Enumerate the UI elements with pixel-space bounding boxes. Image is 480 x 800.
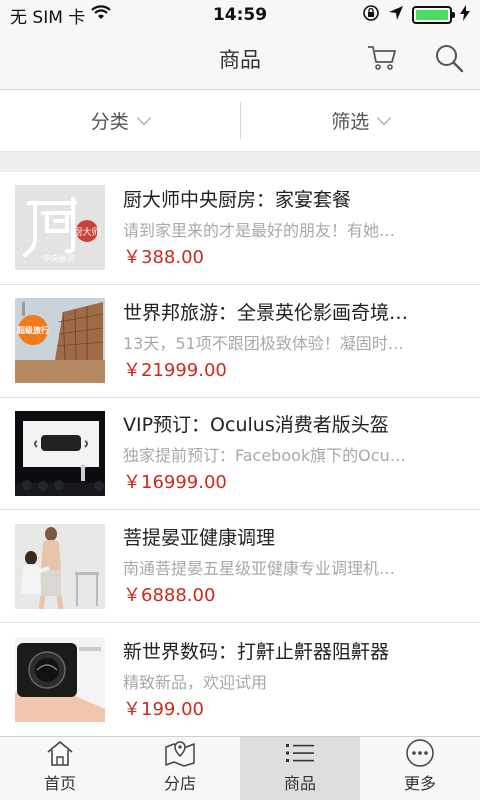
tab-branches-label: 分店 bbox=[163, 774, 196, 793]
product-price: ￥6888.00 bbox=[123, 585, 216, 607]
battery-icon bbox=[412, 6, 455, 24]
product-image-health bbox=[15, 523, 105, 609]
carrier-label: 无 SIM 卡 bbox=[10, 7, 86, 28]
chevron-down-icon bbox=[377, 110, 392, 125]
tab-branches[interactable]: 分店 bbox=[120, 737, 240, 800]
status-bar: 无 SIM 卡 14:59 bbox=[0, 0, 480, 30]
list-item[interactable]: VIP预订：Oculus消费者版头盔 独家提前预订：Facebook旗下的Ocu… bbox=[0, 398, 480, 511]
location-arrow-icon bbox=[388, 5, 404, 26]
rotation-lock-icon bbox=[362, 4, 380, 27]
list-item[interactable]: 厨大师 中央厨房 厨大师中央厨房：家宴套餐 请到家里来的才是最好的朋友！有她… … bbox=[0, 172, 480, 285]
product-desc: 13天，51项不跟团极致体验！凝固时… bbox=[123, 333, 404, 353]
search-icon bbox=[434, 43, 464, 77]
nav-bar: 商品 bbox=[0, 30, 480, 90]
charging-icon bbox=[460, 4, 470, 26]
product-title: VIP预订：Oculus消费者版头盔 bbox=[123, 414, 389, 437]
product-title: 新世界数码：打鼾止鼾器阻鼾器 bbox=[123, 640, 390, 663]
product-image-oculus bbox=[15, 410, 105, 496]
tab-bar: 首页 分店 商品 更多 bbox=[0, 736, 480, 800]
product-price: ￥21999.00 bbox=[123, 359, 227, 381]
product-title: 菩提晏亚健康调理 bbox=[123, 527, 276, 550]
search-button[interactable] bbox=[431, 42, 467, 78]
kitchen-logo-text: 厨大师 bbox=[73, 226, 100, 238]
product-title: 世界邦旅游：全景英伦影画奇境… bbox=[123, 301, 409, 324]
kitchen-sub-text: 中央厨房 bbox=[43, 253, 75, 263]
list-icon bbox=[282, 738, 318, 768]
list-item[interactable]: 新世界数码：打鼾止鼾器阻鼾器 精致新品，欢迎试用 ￥199.00 bbox=[0, 623, 480, 736]
home-icon bbox=[42, 738, 78, 768]
cart-button[interactable] bbox=[364, 42, 400, 78]
travel-badge-text: 超级旅行 bbox=[16, 325, 49, 335]
filter-bar: 分类 筛选 bbox=[0, 90, 480, 152]
category-filter-label: 分类 bbox=[90, 111, 129, 133]
tab-home[interactable]: 首页 bbox=[0, 737, 120, 800]
list-item[interactable]: 菩提晏亚健康调理 南通菩提晏五星级亚健康专业调理机… ￥6888.00 bbox=[0, 510, 480, 624]
page-title: 商品 bbox=[219, 48, 261, 72]
product-image-travel: 超级旅行 bbox=[15, 298, 105, 384]
product-title: 厨大师中央厨房：家宴套餐 bbox=[123, 188, 352, 211]
list-item[interactable]: 超级旅行 世界邦旅游：全景英伦影画奇境… 13天，51项不跟团极致体验！凝固时…… bbox=[0, 285, 480, 398]
product-desc: 独家提前预订：Facebook旗下的Ocu… bbox=[123, 446, 406, 466]
more-icon bbox=[402, 738, 438, 768]
product-price: ￥16999.00 bbox=[123, 472, 227, 494]
cart-icon bbox=[367, 44, 397, 76]
chevron-down-icon bbox=[136, 110, 151, 125]
product-list: 厨大师 中央厨房 厨大师中央厨房：家宴套餐 请到家里来的才是最好的朋友！有她… … bbox=[0, 172, 480, 736]
product-image-kitchen: 厨大师 中央厨房 bbox=[15, 185, 105, 271]
screen-filter-label: 筛选 bbox=[331, 111, 370, 133]
tab-home-label: 首页 bbox=[43, 774, 76, 793]
product-price: ￥388.00 bbox=[123, 246, 204, 268]
tab-products[interactable]: 商品 bbox=[240, 737, 360, 800]
product-desc: 精致新品，欢迎试用 bbox=[123, 672, 268, 692]
screen-filter[interactable]: 筛选 bbox=[241, 90, 480, 151]
product-desc: 南通菩提晏五星级亚健康专业调理机… bbox=[123, 559, 396, 579]
map-icon bbox=[162, 738, 198, 768]
product-image-device bbox=[15, 637, 105, 723]
product-price: ￥199.00 bbox=[123, 698, 204, 720]
tab-products-label: 商品 bbox=[283, 774, 316, 793]
wifi-icon bbox=[91, 4, 112, 26]
tab-more-label: 更多 bbox=[403, 774, 436, 793]
product-desc: 请到家里来的才是最好的朋友！有她… bbox=[123, 220, 396, 240]
tab-more[interactable]: 更多 bbox=[360, 737, 480, 800]
category-filter[interactable]: 分类 bbox=[0, 90, 240, 151]
